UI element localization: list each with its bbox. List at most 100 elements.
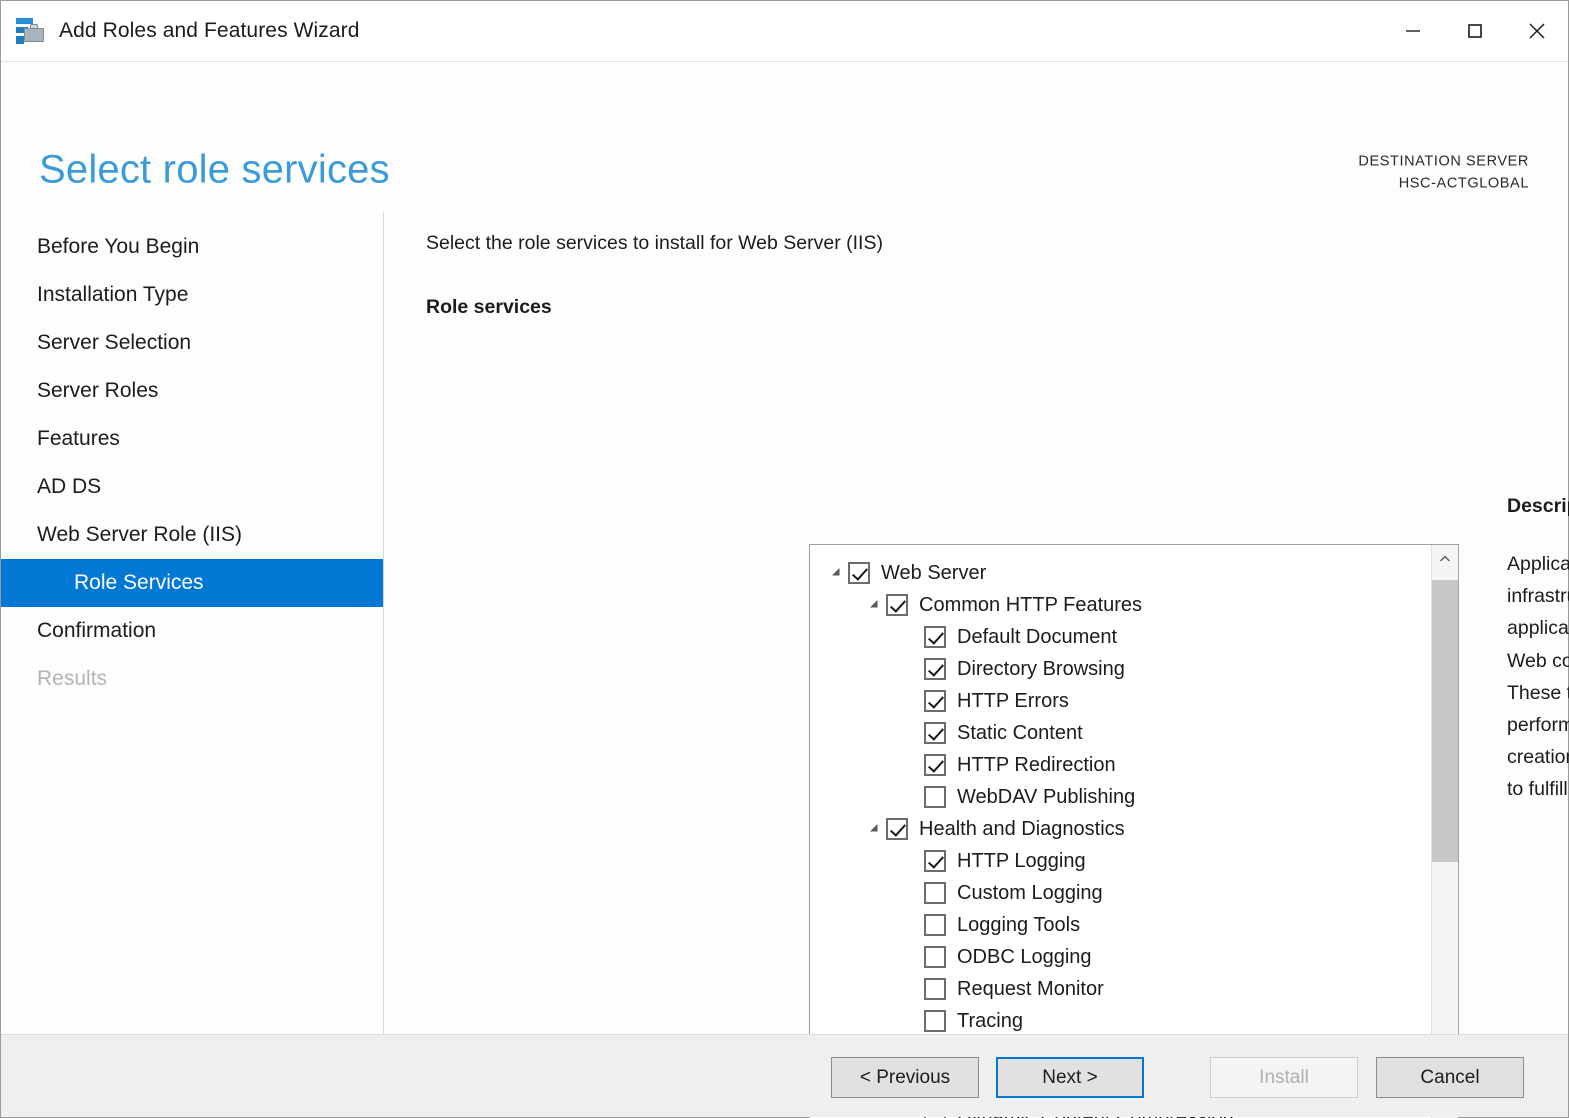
checkbox-checked[interactable] xyxy=(924,626,946,648)
add-roles-wizard-window: Add Roles and Features Wizard Select rol… xyxy=(0,0,1569,1118)
expander-expanded-icon[interactable] xyxy=(864,813,886,845)
roles-features-icon xyxy=(15,16,45,46)
tree-vertical-scrollbar[interactable] xyxy=(1431,545,1458,1118)
checkbox-unchecked[interactable] xyxy=(924,1010,946,1032)
expander-expanded-icon[interactable] xyxy=(826,557,848,589)
tree-item-label: Default Document xyxy=(957,626,1118,648)
tree-row[interactable]: Request Monitor xyxy=(810,973,1431,1005)
checkbox-checked[interactable] xyxy=(886,594,908,616)
page-header: Select role services DESTINATION SERVER … xyxy=(1,62,1568,212)
expander-placeholder xyxy=(902,941,924,973)
close-button[interactable] xyxy=(1506,1,1568,61)
sidebar-item-role-services[interactable]: Role Services xyxy=(1,559,383,607)
tree-row[interactable]: WebDAV Publishing xyxy=(810,781,1431,813)
expander-placeholder xyxy=(902,909,924,941)
destination-server-block: DESTINATION SERVER HSC-ACTGLOBAL xyxy=(1358,151,1529,196)
tree-row[interactable]: HTTP Redirection xyxy=(810,749,1431,781)
tree-item-label: HTTP Logging xyxy=(957,850,1086,872)
sidebar-item-installation-type[interactable]: Installation Type xyxy=(1,271,383,319)
checkbox-unchecked[interactable] xyxy=(924,786,946,808)
tree-row[interactable]: ODBC Logging xyxy=(810,941,1431,973)
tree-item-label: Directory Browsing xyxy=(957,658,1125,680)
checkbox-checked[interactable] xyxy=(924,850,946,872)
expander-placeholder xyxy=(902,621,924,653)
tree-item-label: ODBC Logging xyxy=(957,946,1092,968)
expander-placeholder xyxy=(902,781,924,813)
expander-placeholder xyxy=(902,749,924,781)
sidebar-item-label: Confirmation xyxy=(37,619,157,642)
checkbox-unchecked[interactable] xyxy=(924,946,946,968)
sidebar-item-server-roles[interactable]: Server Roles xyxy=(1,367,383,415)
description-panel: Description Application Development prov… xyxy=(1507,495,1569,805)
tree-row[interactable]: Common HTTP Features xyxy=(810,589,1431,621)
checkbox-checked[interactable] xyxy=(886,818,908,840)
tree-item-label: Health and Diagnostics xyxy=(919,818,1125,840)
cancel-button[interactable]: Cancel xyxy=(1376,1057,1524,1098)
previous-button[interactable]: < Previous xyxy=(831,1057,979,1098)
tree-row[interactable]: Static Content xyxy=(810,717,1431,749)
tree-item-label: Request Monitor xyxy=(957,978,1104,1000)
sidebar-item-before-you-begin[interactable]: Before You Begin xyxy=(1,223,383,271)
sidebar-item-results: Results xyxy=(1,655,383,703)
tree-item-label: Logging Tools xyxy=(957,914,1081,936)
checkbox-checked[interactable] xyxy=(848,562,870,584)
description-text: Application Development provides infrast… xyxy=(1507,553,1569,801)
sidebar-item-ad-ds[interactable]: AD DS xyxy=(1,463,383,511)
title-bar: Add Roles and Features Wizard xyxy=(1,1,1568,62)
tree-row[interactable]: Default Document xyxy=(810,621,1431,653)
tree-row[interactable]: HTTP Errors xyxy=(810,685,1431,717)
tree-item-label: HTTP Redirection xyxy=(957,754,1116,776)
sidebar-item-features[interactable]: Features xyxy=(1,415,383,463)
sidebar-item-web-server-role-iis[interactable]: Web Server Role (IIS) xyxy=(1,511,383,559)
sidebar-item-confirmation[interactable]: Confirmation xyxy=(1,607,383,655)
checkbox-unchecked[interactable] xyxy=(924,914,946,936)
role-services-tree[interactable]: Web Server Common HTTP Features Default Do… xyxy=(809,544,1459,1118)
tree-item-label: HTTP Errors xyxy=(957,690,1069,712)
wizard-footer: < Previous Next > Install Cancel xyxy=(1,1034,1568,1117)
tree-row[interactable]: Logging Tools xyxy=(810,909,1431,941)
tree-row[interactable]: HTTP Logging xyxy=(810,845,1431,877)
tree-row[interactable]: Web Server xyxy=(810,557,1431,589)
role-services-label: Role services xyxy=(426,296,552,318)
wizard-steps-sidebar: Before You Begin Installation Type Server … xyxy=(1,212,384,1034)
sidebar-item-label: Features xyxy=(37,427,120,450)
destination-server-label: DESTINATION SERVER xyxy=(1358,153,1529,170)
page-title: Select role services xyxy=(39,147,390,192)
tree-main: Web Server Common HTTP Features Default Do… xyxy=(810,545,1458,1118)
expander-expanded-icon[interactable] xyxy=(864,589,886,621)
sidebar-item-server-selection[interactable]: Server Selection xyxy=(1,319,383,367)
sidebar-item-label: Web Server Role (IIS) xyxy=(37,523,243,546)
expander-placeholder xyxy=(902,685,924,717)
window-title: Add Roles and Features Wizard xyxy=(59,19,360,42)
tree-item-label: Static Content xyxy=(957,722,1083,744)
tree-item-label: Custom Logging xyxy=(957,882,1103,904)
minimize-button[interactable] xyxy=(1382,1,1444,61)
title-bar-left: Add Roles and Features Wizard xyxy=(1,16,360,46)
instruction-text: Select the role services to install for … xyxy=(426,232,883,254)
scroll-up-icon[interactable] xyxy=(1432,545,1458,572)
tree-item-label: Web Server xyxy=(881,562,987,584)
checkbox-unchecked[interactable] xyxy=(924,978,946,1000)
description-title: Description xyxy=(1507,495,1569,517)
tree-row[interactable]: Directory Browsing xyxy=(810,653,1431,685)
checkbox-checked[interactable] xyxy=(924,658,946,680)
expander-placeholder xyxy=(902,973,924,1005)
tree-item-label: Tracing xyxy=(957,1010,1023,1032)
sidebar-item-label: AD DS xyxy=(37,475,102,498)
checkbox-checked[interactable] xyxy=(924,690,946,712)
tree-row[interactable]: Health and Diagnostics xyxy=(810,813,1431,845)
maximize-button[interactable] xyxy=(1444,1,1506,61)
checkbox-unchecked[interactable] xyxy=(924,882,946,904)
main-content: Select the role services to install for … xyxy=(384,212,1569,1118)
checkbox-checked[interactable] xyxy=(924,754,946,776)
next-button[interactable]: Next > xyxy=(996,1057,1144,1098)
vertical-scroll-thumb[interactable] xyxy=(1432,580,1458,862)
checkbox-checked[interactable] xyxy=(924,722,946,744)
destination-server-value: HSC-ACTGLOBAL xyxy=(1398,176,1529,192)
tree-row[interactable]: Custom Logging xyxy=(810,877,1431,909)
sidebar-item-label: Server Selection xyxy=(37,331,192,354)
tree-item-label: WebDAV Publishing xyxy=(957,786,1136,808)
sidebar-item-label: Role Services xyxy=(74,571,204,594)
expander-placeholder xyxy=(902,1005,924,1037)
tree-row[interactable]: Tracing xyxy=(810,1005,1431,1037)
